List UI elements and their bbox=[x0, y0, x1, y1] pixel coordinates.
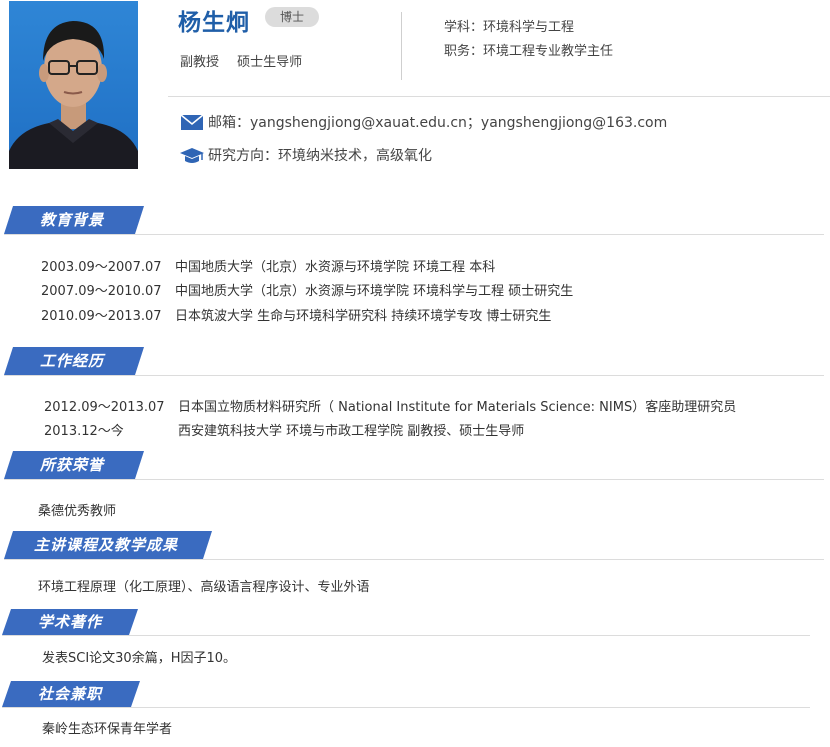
education-date: 2007.09～2010.07 bbox=[41, 284, 162, 299]
honors-text: 桑德优秀教师 bbox=[38, 504, 117, 519]
research-text: 研究方向：环境纳米技术，高级氧化 bbox=[208, 148, 432, 164]
education-date: 2003.09～2007.07 bbox=[41, 260, 162, 275]
email-text: 邮箱：yangshengjiong@xauat.edu.cn；yangsheng… bbox=[208, 115, 668, 131]
header-vertical-divider bbox=[401, 12, 402, 80]
title-associate-professor: 副教授 bbox=[180, 55, 220, 70]
work-row: 2013.12～今 西安建筑科技大学 环境与市政工程学院 副教授、硕士生导师 bbox=[44, 420, 524, 439]
graduation-cap-icon bbox=[180, 145, 204, 165]
section-rule-honors bbox=[4, 479, 824, 480]
section-title-publications: 学术著作 bbox=[2, 609, 138, 635]
envelope-icon bbox=[180, 112, 204, 132]
section-rule-publications bbox=[2, 635, 810, 636]
work-row: 2012.09～2013.07 日本国立物质材料研究所（ National Ins… bbox=[44, 396, 736, 415]
section-rule-service bbox=[2, 707, 810, 708]
work-date: 2013.12～今 bbox=[44, 424, 124, 439]
work-date: 2012.09～2013.07 bbox=[44, 400, 165, 415]
education-detail: 中国地质大学（北京）水资源与环境学院 环境工程 本科 bbox=[175, 260, 496, 275]
section-rule-courses bbox=[4, 559, 824, 560]
publications-text: 发表SCI论文30余篇，H因子10。 bbox=[42, 651, 237, 666]
academic-titles: 副教授 硕士生导师 bbox=[180, 51, 302, 70]
research-row: 研究方向：环境纳米技术，高级氧化 bbox=[180, 145, 432, 165]
work-detail: 日本国立物质材料研究所（ National Institute for Mate… bbox=[178, 400, 737, 415]
section-rule-work bbox=[4, 375, 824, 376]
discipline-text: 学科：环境科学与工程 bbox=[444, 20, 575, 35]
section-title-service: 社会兼职 bbox=[2, 681, 140, 707]
section-title-courses: 主讲课程及教学成果 bbox=[4, 531, 212, 559]
work-detail: 西安建筑科技大学 环境与市政工程学院 副教授、硕士生导师 bbox=[178, 424, 525, 439]
title-master-supervisor: 硕士生导师 bbox=[237, 55, 303, 70]
degree-badge: 博士 bbox=[265, 7, 319, 27]
education-row: 2003.09～2007.07 中国地质大学（北京）水资源与环境学院 环境工程 本… bbox=[41, 256, 495, 275]
person-name: 杨生炯 bbox=[178, 10, 250, 36]
header-horizontal-divider bbox=[168, 96, 830, 97]
section-rule-education bbox=[4, 234, 824, 235]
email-row: 邮箱：yangshengjiong@xauat.edu.cn；yangsheng… bbox=[180, 112, 667, 132]
section-title-honors: 所获荣誉 bbox=[4, 451, 144, 479]
education-row: 2010.09～2013.07 日本筑波大学 生命与环境科学研究科 持续环境学专攻… bbox=[41, 305, 551, 324]
position-text: 职务：环境工程专业教学主任 bbox=[444, 44, 614, 59]
courses-text: 环境工程原理（化工原理）、高级语言程序设计、专业外语 bbox=[38, 580, 370, 595]
section-title-education: 教育背景 bbox=[4, 206, 144, 234]
service-text: 秦岭生态环保青年学者 bbox=[42, 722, 173, 737]
education-detail: 中国地质大学（北京）水资源与环境学院 环境科学与工程 硕士研究生 bbox=[175, 284, 574, 299]
section-title-work: 工作经历 bbox=[4, 347, 144, 375]
education-detail: 日本筑波大学 生命与环境科学研究科 持续环境学专攻 博士研究生 bbox=[175, 309, 552, 324]
education-date: 2010.09～2013.07 bbox=[41, 309, 162, 324]
education-row: 2007.09～2010.07 中国地质大学（北京）水资源与环境学院 环境科学与工… bbox=[41, 280, 573, 299]
profile-photo bbox=[9, 1, 138, 169]
